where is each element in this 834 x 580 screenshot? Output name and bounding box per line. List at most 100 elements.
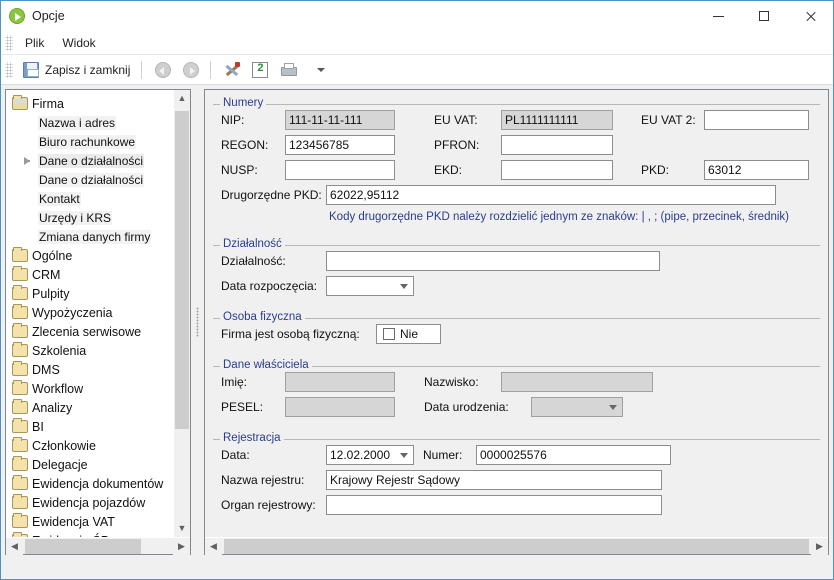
folder-icon [12, 285, 28, 300]
folder-icon [12, 513, 28, 528]
horizontal-scroll-track[interactable] [222, 538, 811, 555]
tree-item-kontakt[interactable]: Kontakt [10, 189, 173, 208]
tree-node-ewidencja-dokumentow[interactable]: Ewidencja dokumentów [10, 474, 173, 493]
tree-node-zlecenia-serwisowe[interactable]: Zlecenia serwisowe [10, 322, 173, 341]
print-button[interactable] [275, 58, 301, 82]
tree-item-biuro-rachunkowe[interactable]: Biuro rachunkowe [10, 132, 173, 151]
pane-splitter[interactable] [195, 89, 200, 555]
group-numery: Numery NIP: 111-11-11-111 EU VAT: PL1111… [213, 96, 820, 230]
tree-item-dane-o-dzialalnosci-selected[interactable]: Dane o działalności [10, 151, 173, 170]
data-urodzenia-combo[interactable] [531, 397, 623, 417]
tree-node-delegacje[interactable]: Delegacje [10, 455, 173, 474]
scroll-right-button[interactable]: ▶ [173, 537, 190, 555]
dzialalnosc-field[interactable] [326, 251, 660, 271]
tree-item-zmiana-danych-firmy[interactable]: Zmiana danych firmy [10, 227, 173, 246]
scroll-right-button[interactable]: ▶ [811, 537, 828, 555]
menu-item-widok[interactable]: Widok [53, 33, 104, 53]
back-arrow-icon [155, 61, 172, 78]
floppy-disk-icon [23, 61, 39, 78]
settings-tree[interactable]: Firma Nazwa i adres Biuro rachunkowe Dan… [6, 90, 173, 537]
tree-node-dms[interactable]: DMS [10, 360, 173, 379]
tree-item-nazwa-i-adres[interactable]: Nazwa i adres [10, 113, 173, 132]
tree-node-pulpity[interactable]: Pulpity [10, 284, 173, 303]
tree-node-label: BI [32, 419, 44, 434]
vertical-scroll-track[interactable] [174, 107, 190, 520]
eu-vat-2-label: EU VAT 2: [641, 113, 696, 127]
pfron-field[interactable] [501, 135, 613, 155]
nazwa-rejestru-field[interactable]: Krajowy Rejestr Sądowy [326, 470, 662, 490]
scroll-left-button[interactable]: ◀ [205, 537, 222, 555]
tree-node-analizy[interactable]: Analizy [10, 398, 173, 417]
rejestracja-data-combo[interactable]: 12.02.2000 [326, 445, 414, 465]
ekd-field[interactable] [501, 160, 613, 180]
tree-node-workflow[interactable]: Workflow [10, 379, 173, 398]
current-item-arrow-icon [24, 157, 30, 165]
numer-field[interactable]: 0000025576 [476, 445, 671, 465]
tree-item-label: Urzędy i KRS [38, 210, 113, 225]
horizontal-scroll-track[interactable] [23, 538, 173, 555]
menu-drag-handle[interactable] [5, 34, 13, 51]
checkbox-icon[interactable] [383, 328, 395, 340]
drugorzedne-pkd-field[interactable]: 62022,95112 [326, 185, 776, 205]
tree-node-ewidencja-pojazdow[interactable]: Ewidencja pojazdów [10, 493, 173, 512]
nip-field[interactable]: 111-11-11-111 [285, 110, 395, 130]
osoba-fizyczna-label: Firma jest osobą fizyczną: [221, 327, 360, 341]
eu-vat-field[interactable]: PL1111111111 [501, 110, 613, 130]
imie-field[interactable] [285, 372, 395, 392]
group-osoba-fizyczna-title: Osoba fizyczna [220, 311, 305, 324]
tree-node-ogolne[interactable]: Ogólne [10, 246, 173, 265]
tree-node-szkolenia[interactable]: Szkolenia [10, 341, 173, 360]
tree-item-urzedy-i-krs[interactable]: Urzędy i KRS [10, 208, 173, 227]
toolbar-drag-handle[interactable] [5, 61, 13, 78]
drugorzedne-pkd-label: Drugorzędne PKD: [221, 188, 322, 202]
tree-node-bi[interactable]: BI [10, 417, 173, 436]
close-button[interactable] [787, 1, 833, 31]
forward-button[interactable] [178, 58, 204, 82]
horizontal-scroll-thumb[interactable] [224, 538, 809, 554]
group-dane-wlasciciela-title: Dane właściciela [220, 359, 312, 372]
vertical-scroll-thumb[interactable] [175, 111, 189, 429]
nazwisko-label: Nazwisko: [424, 375, 479, 389]
nusp-field[interactable] [285, 160, 395, 180]
pkd-field[interactable]: 63012 [704, 160, 809, 180]
navigation-vertical-scrollbar[interactable]: ▲ ▼ [173, 90, 190, 537]
data-rozpoczecia-combo[interactable] [326, 276, 414, 296]
nazwisko-field[interactable] [501, 372, 653, 392]
tree-node-wypozyczenia[interactable]: Wypożyczenia [10, 303, 173, 322]
nazwa-rejestru-label: Nazwa rejestru: [221, 473, 305, 487]
chevron-down-icon [400, 453, 408, 458]
regon-field[interactable]: 123456785 [285, 135, 395, 155]
tree-node-crm[interactable]: CRM [10, 265, 173, 284]
tree-item-dane-o-dzialalnosci-2[interactable]: Dane o działalności [10, 170, 173, 189]
maximize-button[interactable] [741, 1, 787, 31]
osoba-fizyczna-checkbox[interactable]: Nie [376, 324, 441, 344]
scroll-left-button[interactable]: ◀ [6, 537, 23, 555]
save-and-close-button[interactable]: Zapisz i zamknij [18, 58, 135, 82]
navigation-horizontal-scrollbar[interactable]: ◀ ▶ [6, 537, 190, 555]
tree-node-ewidencja-vat[interactable]: Ewidencja VAT [10, 512, 173, 531]
back-button[interactable] [150, 58, 176, 82]
form-horizontal-scrollbar[interactable]: ◀ ▶ [205, 537, 828, 555]
chevron-up-icon: ▲ [177, 93, 187, 103]
eu-vat-2-field[interactable] [704, 110, 809, 130]
tools-button[interactable] [219, 58, 245, 82]
scroll-down-button[interactable]: ▼ [174, 520, 190, 537]
tree-node-label: Ewidencja VAT [32, 514, 115, 529]
toolbar-separator [141, 60, 143, 79]
group-dane-wlasciciela: Dane właściciela Imię: Nazwisko: PESEL: … [213, 358, 820, 424]
tree-node-label: Wypożyczenia [32, 305, 113, 320]
refresh-button[interactable] [247, 58, 273, 82]
tree-node-czlonkowie[interactable]: Członkowie [10, 436, 173, 455]
nip-label: NIP: [221, 113, 245, 127]
menu-item-plik[interactable]: Plik [16, 33, 53, 53]
scroll-up-button[interactable]: ▲ [174, 90, 190, 107]
toolbar-overflow-button[interactable] [303, 58, 330, 82]
tree-node-firma[interactable]: Firma [10, 94, 173, 113]
minimize-button[interactable] [695, 1, 741, 31]
organ-rejestrowy-field[interactable] [326, 495, 662, 515]
navigation-pane: Firma Nazwa i adres Biuro rachunkowe Dan… [5, 89, 191, 555]
horizontal-scroll-thumb[interactable] [25, 538, 141, 554]
nusp-label: NUSP: [221, 163, 258, 177]
pesel-field[interactable] [285, 397, 395, 417]
pkd-hint-text: Kody drugorzędne PKD należy rozdzielić j… [329, 211, 790, 223]
